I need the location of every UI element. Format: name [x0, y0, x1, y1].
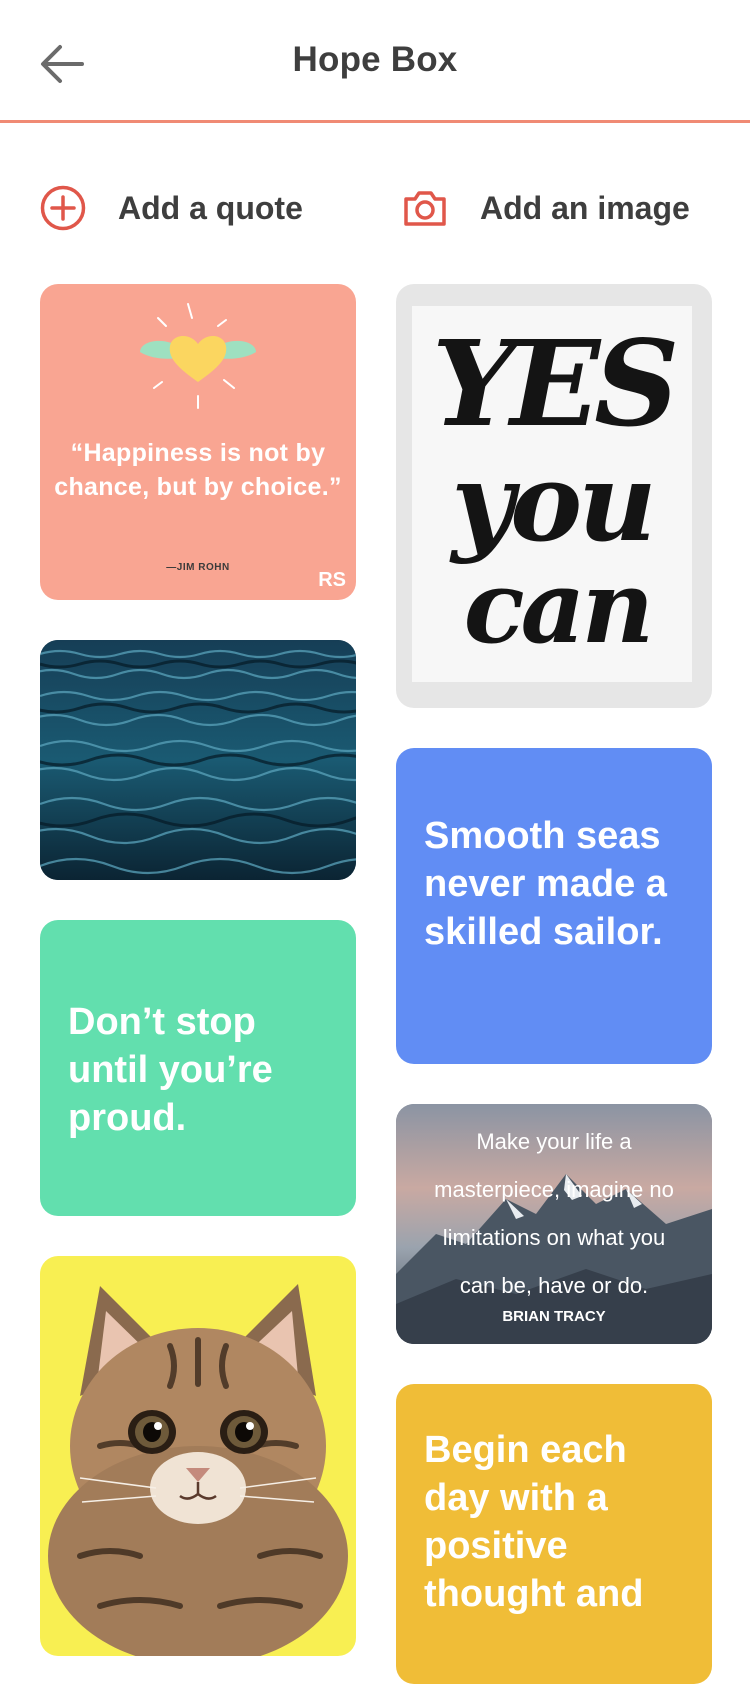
poster-line-3: can: [463, 548, 654, 666]
quote-author: BRIAN TRACY: [502, 1308, 606, 1325]
winged-heart-icon: [140, 303, 256, 409]
app-header: Hope Box: [0, 0, 750, 123]
quote-text: Smooth seas never made a skilled sailor.: [424, 815, 667, 953]
add-image-label: Add an image: [480, 189, 690, 226]
poster-frame: YES you can: [412, 306, 692, 682]
add-quote-button[interactable]: Add a quote: [40, 180, 303, 236]
poster-line-2: you: [451, 440, 656, 566]
image-card-kitten[interactable]: [40, 1256, 356, 1656]
brand-badge: RS: [318, 569, 346, 592]
quote-card-happiness[interactable]: “Happiness is not by chance, but by choi…: [40, 284, 356, 600]
camera-icon: [404, 191, 446, 226]
quote-card-begin-each-day[interactable]: Begin each day with a positive thought a…: [396, 1384, 712, 1684]
page-title: Hope Box: [292, 40, 458, 79]
kitten-photo: [48, 1284, 348, 1656]
image-card-yes-you-can[interactable]: YES you can: [396, 284, 712, 708]
plus-circle-icon: [40, 185, 86, 231]
image-card-water[interactable]: [40, 640, 356, 880]
quote-text: Begin each day with a positive thought a…: [424, 1429, 644, 1615]
water-photo: [40, 640, 356, 880]
quote-text: “Happiness is not by chance, but by choi…: [54, 439, 342, 501]
poster-line-1: YES: [432, 314, 679, 453]
quote-text: Make your life a masterpiece, imagine no…: [434, 1129, 674, 1298]
quote-card-smooth-seas[interactable]: Smooth seas never made a skilled sailor.: [396, 748, 712, 1064]
add-image-button[interactable]: Add an image: [402, 180, 690, 236]
quote-card-dont-stop[interactable]: Don’t stop until you’re proud.: [40, 920, 356, 1216]
add-quote-label: Add a quote: [118, 189, 303, 226]
quote-author: —JIM ROHN: [166, 562, 230, 573]
quote-text: Don’t stop until you’re proud.: [68, 1001, 273, 1139]
image-card-masterpiece[interactable]: Make your life a masterpiece, imagine no…: [396, 1104, 712, 1344]
badge-text: RS: [318, 569, 346, 591]
